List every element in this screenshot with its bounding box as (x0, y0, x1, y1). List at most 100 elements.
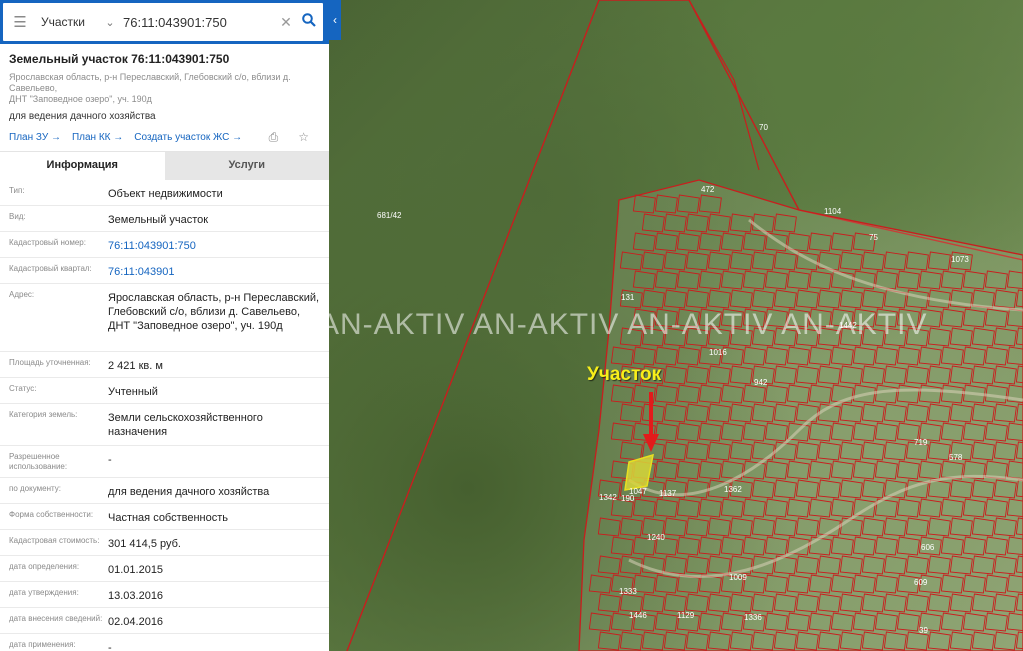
info-row: Адрес: Ярославская область, р-н Переславс… (0, 284, 329, 352)
info-value: - (108, 642, 112, 651)
parcel-purpose: для ведения дачного хозяйства (9, 111, 156, 122)
plot-number-label: 472 (701, 185, 715, 194)
info-label: Форма собственности: (9, 510, 94, 519)
info-value: Ярославская область, р-н Переславский, Г… (108, 292, 320, 332)
parcel-address-line2: ДНТ "Заповедное озеро", уч. 190д (9, 94, 152, 104)
info-label: Кадастровая стоимость: (9, 536, 100, 545)
info-label: Кадастровый квартал: (9, 264, 92, 273)
info-row: дата применения: - (0, 634, 329, 651)
map-overlay: 681/42704721104751073131144219010471342 1… (346, 0, 1023, 651)
info-value: Объект недвижимости (108, 188, 223, 200)
print-icon[interactable]: ⎙ (269, 130, 279, 145)
info-panel: ☰ Участки ⌄ 76:11:043901:750 ✕ Земельный… (0, 0, 330, 651)
plot-number-label: 1240 (647, 533, 665, 542)
info-label: дата применения: (9, 640, 76, 649)
info-row: Кадастровый номер: 76:11:043901:750 (0, 232, 329, 258)
info-label: дата утверждения: (9, 588, 79, 597)
info-list: Тип: Объект недвижимости Вид: Земельный уча… (0, 180, 329, 651)
plot-number-label: 1362 (724, 485, 742, 494)
plot-number-label: 1336 (744, 613, 762, 622)
info-label: Кадастровый номер: (9, 238, 86, 247)
tab-services[interactable]: Услуги (164, 152, 329, 180)
info-value: - (108, 454, 112, 466)
plot-number-label: 1333 (619, 587, 637, 596)
info-row: Вид: Земельный участок (0, 206, 329, 232)
info-label: дата внесения сведений: (9, 614, 103, 623)
search-box: ☰ Участки ⌄ 76:11:043901:750 ✕ (3, 3, 323, 41)
plot-label: Участок (587, 364, 662, 385)
info-value: 02.04.2016 (108, 616, 164, 628)
info-label: Вид: (9, 212, 26, 221)
map-boundary-line (346, 0, 600, 651)
plot-number-label: 1104 (824, 207, 842, 216)
parcel-address-line1: Ярославская область, р-н Переславский, Г… (9, 72, 291, 93)
info-label: Тип: (9, 186, 25, 195)
plot-number-label: 578 (949, 453, 963, 462)
plot-number-label: 70 (759, 123, 768, 132)
create-plot-link[interactable]: Создать участок ЖС → (134, 132, 242, 143)
plot-number-label: 1342 (599, 493, 617, 502)
info-label: по документу: (9, 484, 61, 493)
info-label: Адрес: (9, 290, 35, 299)
parcel-links: План ЗУ → План КК → Создать участок ЖС →… (9, 130, 320, 145)
info-row: Разрешенное использование: - (0, 446, 329, 478)
menu-icon[interactable]: ☰ (3, 3, 37, 41)
plot-number-label: 1137 (659, 489, 677, 498)
info-label: Площадь уточненная: (9, 358, 91, 367)
info-row: дата определения: 01.01.2015 (0, 556, 329, 582)
tab-info[interactable]: Информация (0, 152, 165, 180)
info-value: 13.03.2016 (108, 590, 164, 602)
plot-number-label: 1016 (709, 348, 727, 357)
star-icon[interactable]: ☆ (298, 130, 309, 145)
plot-number-label: 39 (919, 626, 928, 635)
info-row: Площадь уточненная: 2 421 кв. м (0, 352, 329, 378)
plot-number-label: 609 (914, 578, 928, 587)
chevron-down-icon[interactable]: ⌄ (101, 16, 119, 29)
info-row: Кадастровая стоимость: 301 414,5 руб. (0, 530, 329, 556)
layer-select[interactable]: Участки (37, 15, 101, 29)
plot-number-label: 1073 (951, 255, 969, 264)
info-value: Земли сельскохозяйственного назначения (108, 412, 263, 438)
map-boundary-line (688, 0, 760, 171)
parcel-tools: ⎙ ☆ (269, 130, 320, 145)
info-value: Земельный участок (108, 214, 209, 226)
plot-number-label: 719 (914, 438, 928, 447)
parcel-header: Земельный участок 76:11:043901:750 Яросл… (0, 44, 329, 145)
info-row: Кадастровый квартал: 76:11:043901 (0, 258, 329, 284)
info-row: Статус: Учтенный (0, 378, 329, 404)
info-value-link[interactable]: 76:11:043901 (108, 258, 329, 283)
clear-icon[interactable]: ✕ (277, 14, 295, 31)
plan-kk-link[interactable]: План КК → (72, 132, 123, 143)
plan-zu-link[interactable]: План ЗУ → (9, 132, 61, 143)
info-label: Статус: (9, 384, 37, 393)
parcel-title: Земельный участок 76:11:043901:750 (9, 52, 230, 66)
search-bar: ☰ Участки ⌄ 76:11:043901:750 ✕ (0, 0, 329, 44)
plot-number-label: 75 (869, 233, 878, 242)
info-label: дата определения: (9, 562, 80, 571)
plot-number-label: 1129 (677, 611, 695, 620)
info-value: для ведения дачного хозяйства (108, 486, 270, 498)
info-value-link[interactable]: 76:11:043901:750 (108, 232, 329, 257)
plot-number-label: 942 (754, 378, 768, 387)
info-label: Разрешенное использование: (9, 452, 68, 471)
plot-number-label: 1446 (629, 611, 647, 620)
cadastral-map[interactable]: 681/42 70 472 1104 75 1073 131 1442 190 1047 1342 1… (329, 0, 1023, 651)
info-value: 301 414,5 руб. (108, 538, 181, 550)
info-row: Форма собственности: Частная собственност… (0, 504, 329, 530)
info-row: дата внесения сведений: 02.04.2016 (0, 608, 329, 634)
collapse-panel-button[interactable]: ‹ (329, 0, 341, 40)
tab-bar: Информация Услуги (0, 151, 329, 180)
info-row: дата утверждения: 13.03.2016 (0, 582, 329, 608)
plot-number-label: 1047 (629, 487, 647, 496)
info-value: Частная собственность (108, 512, 229, 524)
info-row: по документу: для ведения дачного хозяйст… (0, 478, 329, 504)
info-value: Учтенный (108, 386, 158, 398)
info-row: Тип: Объект недвижимости (0, 180, 329, 206)
plot-number-label: 1442 (839, 321, 857, 330)
plot-number-label: 681/42 (377, 211, 402, 220)
plot-number-label: 131 (621, 293, 635, 302)
info-value: 2 421 кв. м (108, 360, 163, 372)
plot-number-label: 606 (921, 543, 935, 552)
search-icon[interactable] (295, 12, 323, 32)
search-input[interactable]: 76:11:043901:750 (119, 15, 277, 30)
